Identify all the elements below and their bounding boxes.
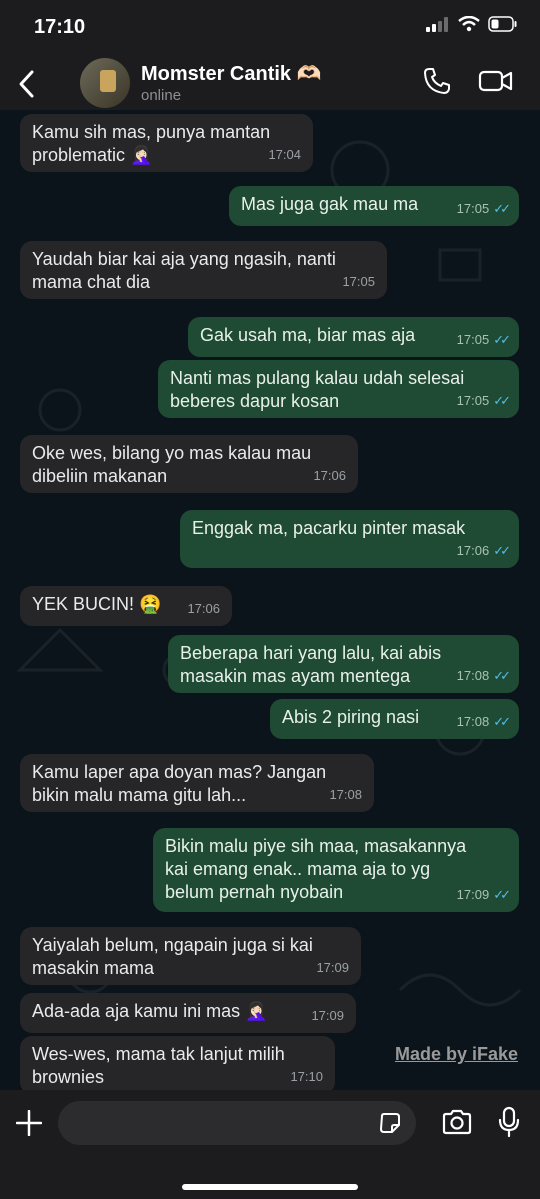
phone-icon[interactable] — [422, 66, 452, 96]
message-time: 17:09 — [316, 960, 349, 975]
message-time: 17:08 — [456, 668, 490, 683]
message-list[interactable]: Kamu sih mas, punya mantan problematic 🤦… — [0, 110, 540, 1090]
message-bubble[interactable]: Abis 2 piring nasi 17:08 ✓✓ — [270, 699, 519, 739]
read-receipt-icon: ✓✓ — [493, 887, 511, 902]
message-time: 17:04 — [268, 147, 301, 162]
sticker-icon[interactable] — [378, 1111, 402, 1135]
message-time: 17:06 — [187, 601, 220, 616]
wifi-icon — [458, 16, 480, 32]
message-bubble[interactable]: Yaiyalah belum, ngapain juga si kai masa… — [20, 927, 361, 985]
microphone-icon[interactable] — [497, 1106, 521, 1138]
read-receipt-icon: ✓✓ — [493, 332, 511, 347]
message-bubble[interactable]: YEK BUCIN! 🤮 17:06 — [20, 586, 232, 626]
cellular-signal-icon — [426, 17, 448, 32]
watermark-label: Made by iFake — [394, 1044, 518, 1064]
message-bubble[interactable]: Oke wes, bilang yo mas kalau mau dibelii… — [20, 435, 358, 493]
status-bar: 17:10 — [0, 0, 540, 56]
message-time: 17:09 — [311, 1008, 344, 1023]
message-time: 17:08 — [456, 714, 490, 729]
message-bubble[interactable]: Mas juga gak mau ma 17:05 ✓✓ — [229, 186, 519, 226]
read-receipt-icon: ✓✓ — [493, 201, 511, 216]
chat-header: Momster Cantik 🫶🏻 online — [0, 56, 540, 110]
message-time: 17:08 — [329, 787, 362, 802]
avatar[interactable] — [80, 58, 130, 108]
camera-icon[interactable] — [441, 1108, 473, 1136]
message-text: Yaudah biar kai aja yang ngasih, nanti m… — [32, 249, 336, 292]
message-text: Yaiyalah belum, ngapain juga si kai masa… — [32, 935, 313, 978]
message-bubble[interactable]: Nanti mas pulang kalau udah selesai bebe… — [158, 360, 519, 418]
message-time: 17:05 — [456, 393, 490, 408]
message-bubble[interactable]: Wes-wes, mama tak lanjut milih brownies … — [20, 1036, 335, 1090]
read-receipt-icon: ✓✓ — [493, 668, 511, 683]
message-bubble[interactable]: Enggak ma, pacarku pinter masak 17:06 ✓✓ — [180, 510, 519, 568]
message-time: 17:09 — [456, 887, 490, 902]
clock: 17:10 — [34, 16, 86, 38]
message-text: Oke wes, bilang yo mas kalau mau dibelii… — [32, 443, 312, 486]
video-call-icon[interactable] — [478, 68, 514, 94]
battery-icon — [488, 16, 517, 32]
read-receipt-icon: ✓✓ — [493, 714, 511, 729]
read-receipt-icon: ✓✓ — [493, 393, 511, 408]
message-bubble[interactable]: Gak usah ma, biar mas aja 17:05 ✓✓ — [188, 317, 519, 357]
message-time: 17:06 — [313, 468, 346, 483]
home-indicator[interactable] — [182, 1184, 358, 1190]
message-time: 17:05 — [456, 332, 490, 347]
message-time: 17:05 — [342, 274, 375, 289]
message-bubble[interactable]: Kamu sih mas, punya mantan problematic 🤦… — [20, 114, 313, 172]
message-text: Enggak ma, pacarku pinter masak — [192, 518, 466, 538]
composer-bar — [0, 1090, 540, 1199]
message-time: 17:05 — [456, 201, 490, 216]
message-bubble[interactable]: Yaudah biar kai aja yang ngasih, nanti m… — [20, 241, 387, 299]
plus-icon[interactable] — [16, 1110, 42, 1136]
status-icons — [426, 16, 518, 32]
message-bubble[interactable]: Kamu laper apa doyan mas? Jangan bikin m… — [20, 754, 374, 812]
contact-status: online — [141, 87, 182, 104]
message-time: 17:10 — [290, 1069, 323, 1084]
message-bubble[interactable]: Beberapa hari yang lalu, kai abis masaki… — [168, 635, 519, 693]
message-bubble[interactable]: Bikin malu piye sih maa, masakannya kai … — [153, 828, 519, 912]
contact-name[interactable]: Momster Cantik 🫶🏻 — [141, 61, 322, 86]
message-time: 17:06 — [456, 543, 490, 558]
read-receipt-icon: ✓✓ — [493, 543, 511, 558]
back-arrow-icon[interactable] — [12, 68, 44, 100]
message-text: Wes-wes, mama tak lanjut milih brownies — [32, 1044, 285, 1087]
message-bubble[interactable]: Ada-ada aja kamu ini mas 🤦🏻‍♀️ 17:09 — [20, 993, 356, 1033]
message-input[interactable] — [58, 1101, 416, 1145]
message-text: Kamu laper apa doyan mas? Jangan bikin m… — [32, 762, 327, 805]
message-text: Ada-ada aja kamu ini mas 🤦🏻‍♀️ — [32, 1001, 268, 1021]
message-text: Kamu sih mas, punya mantan problematic 🤦… — [32, 122, 271, 165]
